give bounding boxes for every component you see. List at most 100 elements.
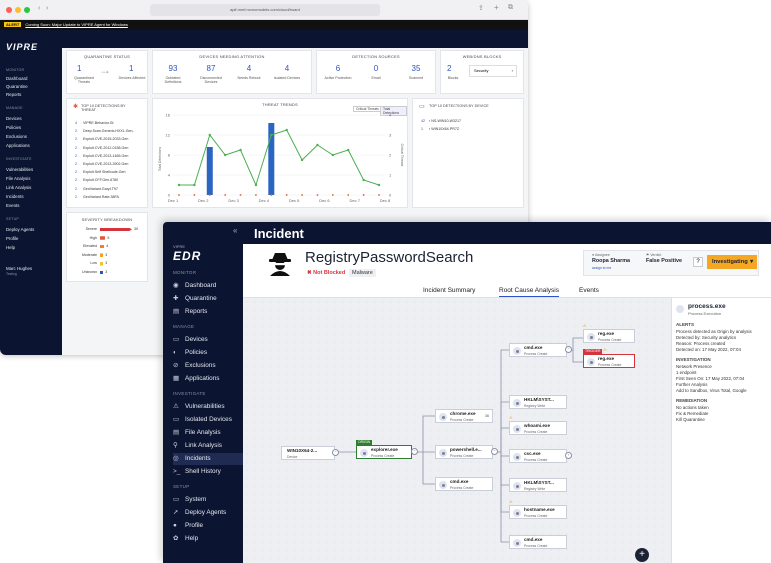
severity-bar[interactable] [100,270,104,275]
assignee-select[interactable]: Roopa Sharma [592,258,630,264]
reg-trigger-node[interactable]: reg.exe Process Create [583,354,635,368]
back-icon[interactable]: ‹ [38,5,40,12]
nav-deploy-agents[interactable]: Deploy Agents [6,227,34,232]
reg-node[interactable]: reg.exe Process Create [583,329,635,343]
root-cause-graph[interactable]: WIN10X64-2... Device − ORIGIN explorer.e… [243,298,671,563]
tab-events[interactable]: Events [579,287,599,294]
severity-bar[interactable] [100,236,106,240]
registry-node[interactable]: HKLM\SYST... Registry Write [509,478,567,492]
nav-policies[interactable]: Policies [6,125,21,130]
list-item[interactable]: 2 GenVariant.Rate.38FA [75,195,119,199]
outdated-count[interactable]: 93 [159,64,187,73]
list-item[interactable]: 4 VIPRE.Behavior.Gt [75,121,114,125]
isolated-count[interactable]: 4 [273,64,301,73]
cmd-bottom-node[interactable]: cmd.exe Process Create [509,535,567,549]
verdict-select[interactable]: False Positive [646,258,682,264]
nav-isolated-devices[interactable]: ▭ Isolated Devices [173,414,243,426]
list-item[interactable]: 2 Exploit.Self Shellcode.Gen [75,170,126,174]
cmd-node[interactable]: cmd.exe Process Create [435,477,493,491]
nav-deploy-agents[interactable]: ➚ Deploy Agents [173,507,243,519]
nav-shell-history[interactable]: >_ Shell History [173,466,243,478]
remediation-action[interactable]: Kill Quarantine [676,417,770,422]
nav-incidents[interactable]: ◎ Incidents [173,453,243,465]
list-item[interactable]: 2 Exploit.CVE-2013-1465.Gen [75,154,128,158]
tab-root-cause-analysis[interactable]: Root Cause Analysis [499,287,559,297]
collapse-node-icon[interactable]: − [332,449,339,456]
nav-devices[interactable]: ▭ Devices [173,334,243,346]
nav-vulnerabilities[interactable]: ⚠ Vulnerabilities [173,401,243,413]
forward-icon[interactable]: › [46,5,48,12]
nav-vulnerabilities[interactable]: Vulnerabilities [6,167,33,172]
collapse-node-icon[interactable]: − [411,448,418,455]
nav-reports[interactable]: Reports [6,92,21,97]
blocks-count[interactable]: 2 [447,64,451,73]
nav-incidents[interactable]: Incidents [6,194,24,199]
zoom-in-button[interactable]: + [635,548,649,562]
nav-help[interactable]: ✿ Help [173,533,243,545]
collapse-node-icon[interactable]: − [491,448,498,455]
nav-applications[interactable]: Applications [6,143,30,148]
collapse-sidebar-icon[interactable]: « [233,226,237,235]
powershell-node[interactable]: powershell.e... Process Create [435,445,493,459]
nav-system[interactable]: ▭ System [173,494,243,506]
minimize-window-icon[interactable] [15,7,21,13]
email-count[interactable]: 0 [361,64,391,73]
severity-bar[interactable] [100,244,105,249]
nav-devices[interactable]: Devices [6,116,22,121]
assign-to-me-link[interactable]: assign to me [592,266,611,270]
nav-link-analysis[interactable]: ⚲ Link Analysis [173,440,243,452]
severity-bar[interactable] [100,253,104,257]
nav-profile[interactable]: Profile [6,236,18,241]
device-node[interactable]: WIN10X64-2... Device [281,446,335,460]
expand-node-icon[interactable]: › [565,452,572,459]
registry-node[interactable]: HKLM\SYST... Registry Write [509,395,567,409]
nav-profile[interactable]: ● Profile [173,520,243,532]
nav-reports[interactable]: ▤ Reports [173,306,243,318]
user-name[interactable]: Marc Hughes [6,266,32,271]
severity-bar[interactable] [100,227,132,232]
investigation-line[interactable]: 1 endpoint [676,370,770,375]
investigation-links[interactable]: Add to Sandbox, Virus Total, Google [676,388,770,393]
list-item[interactable]: 2 Deep.Scan.Generic.HXXL.Gen.. [75,129,135,133]
nav-quarantine[interactable]: Quarantine [6,84,28,89]
alert-link[interactable]: Coming Soon: Major Update to VIPRE Agent… [25,22,128,27]
nav-dashboard[interactable]: ◉ Dashboard [173,280,243,292]
list-item[interactable]: 1 ▪ WIN10X64-PR7Z [421,127,459,131]
whoami-node[interactable]: whoami.exe Process Create [509,421,567,435]
nav-help[interactable]: Help [6,245,15,250]
share-icon[interactable]: ⇪ [478,4,484,12]
scanned-count[interactable]: 35 [401,64,431,73]
list-item[interactable]: 2 GenVariant.Garyt.T97 [75,187,118,191]
nav-exclusions[interactable]: Exclusions [6,134,27,139]
status-button[interactable]: Investigating ▾ [707,255,757,269]
block-category-select[interactable]: Security › [469,65,517,77]
nav-file-analysis[interactable]: ▤ File Analysis [173,427,243,439]
chrome-node[interactable]: chrome.exe Process Create 36 [435,409,493,423]
disconnected-count[interactable]: 87 [197,64,225,73]
nav-policies[interactable]: ◐ Policies [173,347,243,359]
cmd-top-node[interactable]: cmd.exe Process Create [509,343,567,357]
help-button[interactable]: ? [693,257,703,267]
list-item[interactable]: 42 ▪ NS-WIN10-W3217 [421,119,461,123]
nav-dashboard[interactable]: Dashboard [6,76,27,81]
severity-bar[interactable] [100,262,104,266]
remediation-action[interactable]: Fix & Remediate [676,411,770,416]
list-item[interactable]: 2 Exploit.CVE-2013-3902.Gen [75,162,128,166]
nav-applications[interactable]: ▦ Applications [173,373,243,385]
nav-quarantine[interactable]: ✚ Quarantine [173,293,243,305]
explorer-node[interactable]: explorer.exe Process Create [356,445,412,459]
active-protection-count[interactable]: 6 [323,64,353,73]
list-item[interactable]: 2 Exploit.CVE-2012-0158.Gen [75,146,128,150]
tab-incident-summary[interactable]: Incident Summary [423,287,475,294]
list-item[interactable]: 2 Exploit.CFF.Gen.6780 [75,178,118,182]
close-window-icon[interactable] [6,7,12,13]
zoom-window-icon[interactable] [24,7,30,13]
hostname-node[interactable]: hostname.exe Process Create [509,505,567,519]
csc-node[interactable]: csc.exe Process Create [509,449,567,463]
list-item[interactable]: 2 Exploit.CVE-2015-2033.Gen [75,137,128,141]
tabs-overview-icon[interactable]: ⧉ [508,4,513,12]
nav-exclusions[interactable]: ⊘ Exclusions [173,360,243,372]
collapse-node-icon[interactable]: − [565,346,572,353]
new-tab-icon[interactable]: + [494,3,499,12]
nav-link-analysis[interactable]: Link Analysis [6,185,31,190]
